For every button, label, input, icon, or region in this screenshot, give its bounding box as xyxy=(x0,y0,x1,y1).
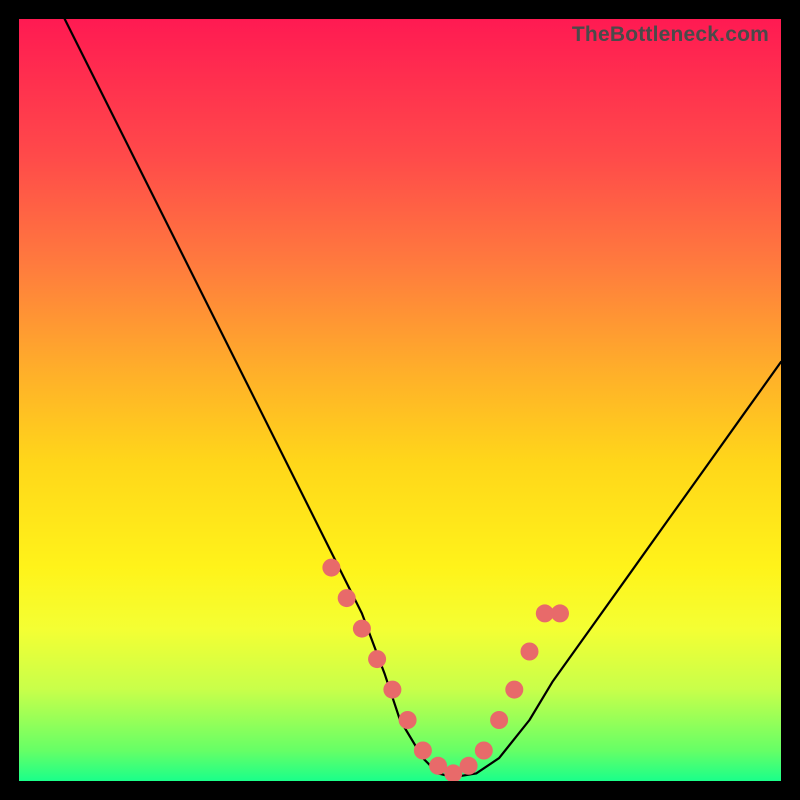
marker-dot xyxy=(475,742,493,760)
marker-dot xyxy=(338,589,356,607)
marker-dot xyxy=(460,757,478,775)
marker-dot xyxy=(551,604,569,622)
marker-dot xyxy=(399,711,417,729)
plot-area: TheBottleneck.com xyxy=(19,19,781,781)
marker-dot xyxy=(414,742,432,760)
marker-dot xyxy=(368,650,386,668)
marker-dot xyxy=(383,681,401,699)
marker-dot xyxy=(490,711,508,729)
marker-dot xyxy=(353,620,371,638)
marker-dot xyxy=(322,559,340,577)
bottleneck-curve xyxy=(65,19,781,777)
marker-dot xyxy=(505,681,523,699)
chart-frame: TheBottleneck.com xyxy=(0,0,800,800)
chart-svg xyxy=(19,19,781,781)
marker-dots xyxy=(322,559,569,781)
marker-dot xyxy=(521,643,539,661)
